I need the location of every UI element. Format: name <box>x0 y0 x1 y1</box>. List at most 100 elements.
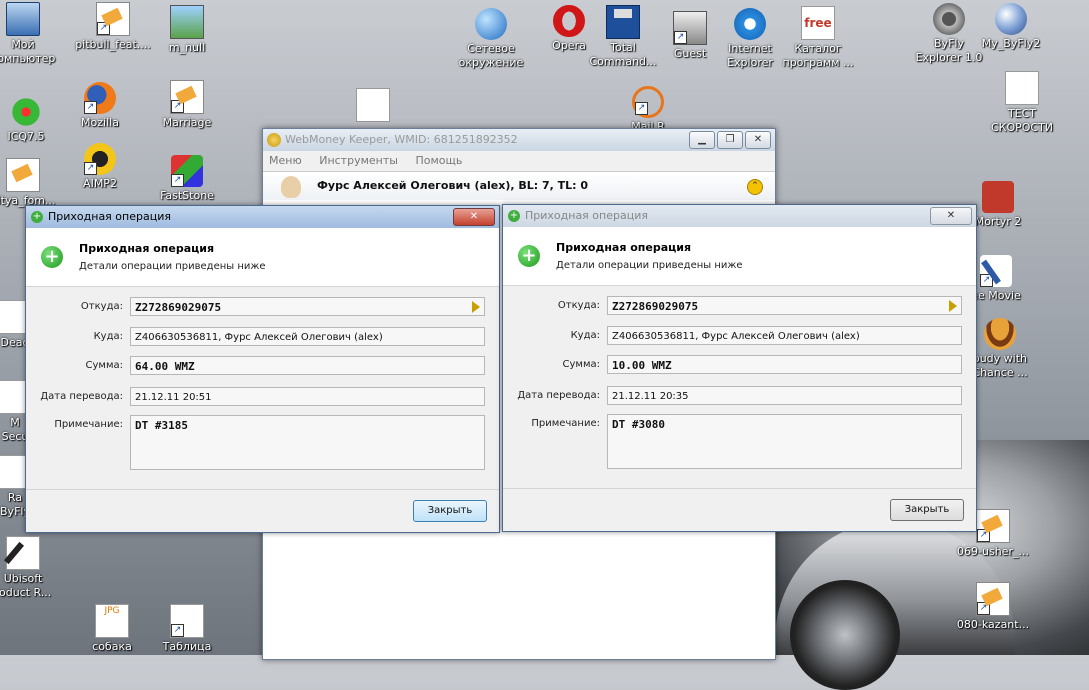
dialog-subheading: Детали операции приведены ниже <box>79 261 266 272</box>
menu-item-tools[interactable]: Инструменты <box>319 154 398 167</box>
free-catalog-icon: free <box>801 6 835 40</box>
sum-label: Сумма: <box>85 360 124 371</box>
sum-row: Сумма: 64.00 WMZ <box>26 356 499 378</box>
aimp-icon: ↗ <box>84 143 116 175</box>
dialog-titlebar[interactable]: + Приходная операция ✕ <box>26 206 499 228</box>
audio-file-icon: ↗ <box>976 582 1010 616</box>
image-icon <box>170 5 204 39</box>
dialog-title: Приходная операция <box>525 209 648 222</box>
date-field[interactable]: 21.12.11 20:35 <box>607 386 962 405</box>
date-label: Дата перевода: <box>40 391 123 402</box>
from-label: Откуда: <box>557 300 600 311</box>
to-row: Куда: Z406630536811, Фурс Алексей Олегов… <box>26 327 499 349</box>
desktop-icon-aimp[interactable]: ↗ AIMP2 <box>55 143 145 191</box>
plus-circle-icon: + <box>518 245 540 267</box>
to-field[interactable]: Z406630536811, Фурс Алексей Олегович (al… <box>607 326 962 345</box>
desktop-icon-faststone[interactable]: ↗ FastStone <box>142 155 232 203</box>
note-label: Примечание: <box>54 419 123 430</box>
from-field[interactable]: Z272869029075 <box>130 297 485 316</box>
menu-item-help[interactable]: Помощь <box>415 154 462 167</box>
dialog-titlebar[interactable]: + Приходная операция ✕ <box>503 205 976 227</box>
burger-icon <box>984 318 1016 350</box>
note-field[interactable]: DT #3080 <box>607 414 962 469</box>
dialog-close-x-button[interactable]: ✕ <box>453 208 495 226</box>
avatar <box>281 176 301 198</box>
sum-row: Сумма: 10.00 WMZ <box>503 355 976 377</box>
network-globe-icon <box>475 8 507 40</box>
note-field[interactable]: DT #3185 <box>130 415 485 470</box>
dialog-title: Приходная операция <box>48 210 171 223</box>
desktop-icon-kazant[interactable]: ↗ 080-kazant... <box>948 582 1038 632</box>
internet-explorer-icon <box>734 8 766 40</box>
desktop-icon-tablica[interactable]: ↗ Таблица <box>142 604 232 654</box>
mortyr-icon <box>982 181 1014 213</box>
desktop-icon-ubisoft[interactable]: Ubisoft roduct R... <box>0 536 68 600</box>
date-row: Дата перевода: 21.12.11 20:35 <box>503 386 976 408</box>
dialog-header: + Приходная операция Детали операции при… <box>26 228 499 287</box>
desktop-icon-marriage[interactable]: ↗ Marriage <box>142 80 232 130</box>
keeper-title: WebMoney Keeper, WMID: 681251892352 <box>285 133 518 146</box>
plus-circle-icon: + <box>41 246 63 268</box>
byfly-explorer-icon <box>933 3 965 35</box>
computer-icon <box>6 2 40 36</box>
menu-item-menu[interactable]: Меню <box>269 154 302 167</box>
desktop-icon-mnull[interactable]: m_null <box>142 5 232 55</box>
webmoney-icon <box>267 133 281 147</box>
desktop-icon-nitya[interactable]: nitya_fom... <box>0 158 68 208</box>
desktop-icon-catalog[interactable]: free Каталог программ ... <box>773 6 863 70</box>
dialog-heading: Приходная операция <box>79 242 215 255</box>
desktop-icon-unnamed[interactable] <box>328 88 418 124</box>
text-file-icon <box>1005 71 1039 105</box>
desktop-icon-test[interactable]: ТЕСТ СКОРОСТИ <box>977 71 1067 135</box>
arrow-right-icon[interactable] <box>949 300 957 312</box>
desktop-icon-computer[interactable]: Мой компьютер <box>0 2 68 66</box>
dialog-footer: Закрыть <box>503 488 976 531</box>
date-label: Дата перевода: <box>517 390 600 401</box>
from-field[interactable]: Z272869029075 <box>607 296 962 315</box>
sum-label: Сумма: <box>562 359 601 370</box>
spreadsheet-icon: ↗ <box>170 604 204 638</box>
keeper-menubar: Меню Инструменты Помощь <box>263 151 775 172</box>
incoming-operation-dialog-right: + Приходная операция ✕ + Приходная опера… <box>502 204 977 532</box>
keeper-titlebar[interactable]: WebMoney Keeper, WMID: 681251892352 ▁ ❐ … <box>263 129 775 151</box>
keeper-user-name: Фурс Алексей Олегович (alex), BL: 7, TL:… <box>317 179 589 192</box>
to-row: Куда: Z406630536811, Фурс Алексей Олегов… <box>503 326 976 348</box>
dialog-subheading: Детали операции приведены ниже <box>556 260 743 271</box>
ubisoft-icon <box>6 536 40 570</box>
to-field[interactable]: Z406630536811, Фурс Алексей Олегович (al… <box>130 327 485 346</box>
sum-field[interactable]: 64.00 WMZ <box>130 356 485 375</box>
document-icon: ↗ <box>96 2 130 36</box>
firefox-icon: ↗ <box>84 82 116 114</box>
arrow-right-icon[interactable] <box>472 301 480 313</box>
document-icon <box>6 158 40 192</box>
close-window-button[interactable]: ✕ <box>745 131 771 149</box>
floppy-icon <box>606 5 640 39</box>
document-icon: ↗ <box>170 80 204 114</box>
date-row: Дата перевода: 21.12.11 20:51 <box>26 387 499 409</box>
desktop-icon-mozilla[interactable]: ↗ Mozilla <box>55 82 145 130</box>
date-field[interactable]: 21.12.11 20:51 <box>130 387 485 406</box>
user-icon: ↗ <box>673 11 707 45</box>
minimize-button[interactable]: ▁ <box>689 131 715 149</box>
mailru-icon: ↗ <box>632 86 664 118</box>
incoming-operation-dialog-left: + Приходная операция ✕ + Приходная опера… <box>25 205 500 533</box>
from-row: Откуда: Z272869029075 <box>503 296 976 318</box>
desktop-icon-mybyfly[interactable]: My_ByFly2 <box>966 3 1056 51</box>
from-label: Откуда: <box>80 301 123 312</box>
collapse-chevron-icon[interactable]: ⌃ <box>747 179 763 195</box>
keeper-user-bar: Фурс Алексей Олегович (alex), BL: 7, TL:… <box>263 172 775 200</box>
close-button[interactable]: Закрыть <box>413 500 487 522</box>
to-label: Куда: <box>570 330 600 341</box>
sum-field[interactable]: 10.00 WMZ <box>607 355 962 374</box>
app-icon <box>356 88 390 122</box>
dialog-close-x-button[interactable]: ✕ <box>930 207 972 225</box>
movie-pen-icon: ↗ <box>980 255 1012 287</box>
close-button[interactable]: Закрыть <box>890 499 964 521</box>
dialog-header: + Приходная операция Детали операции при… <box>503 227 976 286</box>
maximize-button[interactable]: ❐ <box>717 131 743 149</box>
desktop-icon-mailru[interactable]: ↗ Mail.R <box>603 86 693 134</box>
from-row: Откуда: Z272869029075 <box>26 297 499 319</box>
to-label: Куда: <box>93 331 123 342</box>
desktop-icon-network[interactable]: Сетевое окружение <box>446 8 536 70</box>
plus-icon: + <box>31 211 43 223</box>
